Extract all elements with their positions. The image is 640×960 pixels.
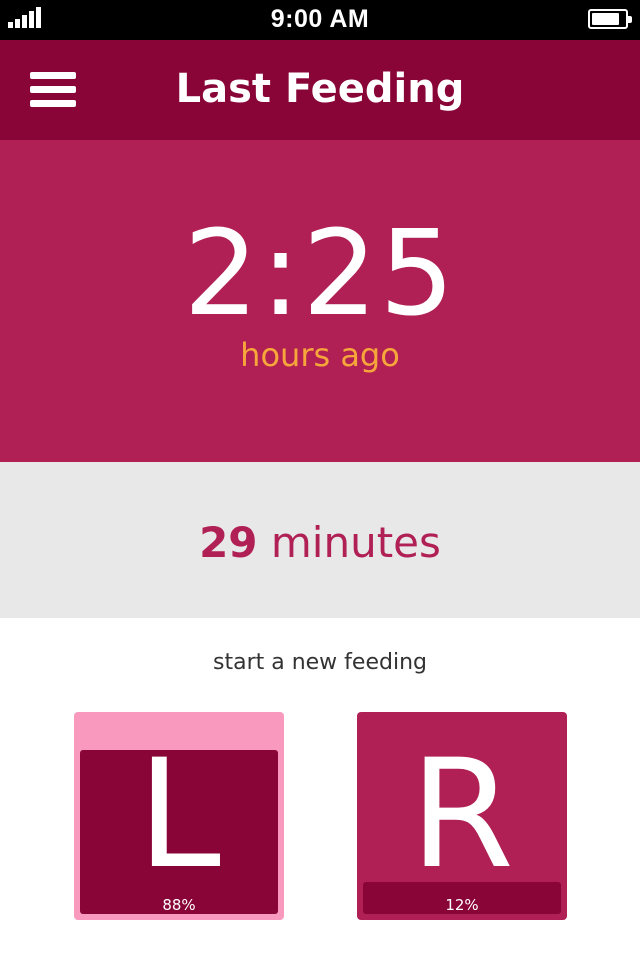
duration-value: 29 [199,518,258,567]
right-side-percent: 12% [445,896,479,914]
left-side-letter: L [137,728,221,902]
last-feeding-panel: 2:25 hours ago [0,140,640,462]
left-side-button[interactable]: L 88% [74,712,284,920]
start-feeding-label: start a new feeding [213,650,427,675]
page-title: Last Feeding [175,66,465,112]
left-side-percent: 88% [162,896,196,914]
app-header: Last Feeding [0,40,640,140]
battery-icon [588,9,632,29]
elapsed-unit: hours ago [240,336,400,374]
battery-level [592,13,619,25]
feeding-duration-panel: 29 minutes [0,462,640,618]
battery-nub [628,16,632,23]
feeding-duration: 29 minutes [0,518,640,568]
elapsed-time: 2:25 [183,204,457,342]
right-side-button[interactable]: R 12% [357,712,567,920]
status-bar: 9:00 AM [0,0,640,40]
right-side-letter: R [409,728,515,902]
duration-unit: minutes [270,518,441,567]
status-time: 9:00 AM [270,5,370,33]
